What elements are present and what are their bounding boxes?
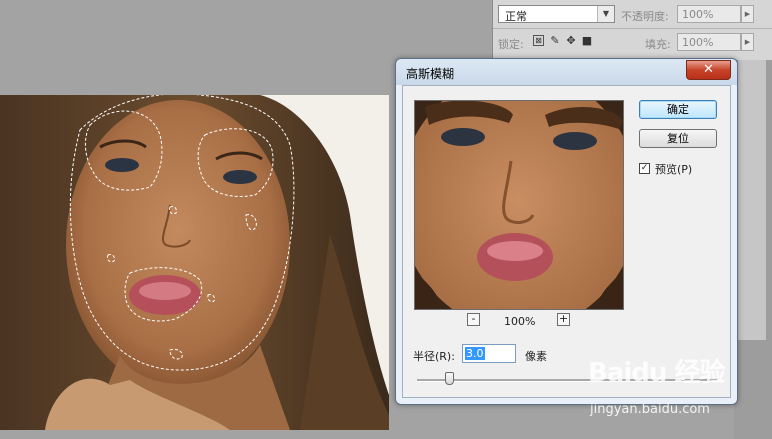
lock-all-icon[interactable]: ■ — [581, 35, 593, 47]
preview-left-eye — [441, 128, 485, 146]
lock-position-icon[interactable]: ✥ — [565, 35, 577, 47]
radius-input[interactable]: 3.0 — [462, 344, 516, 363]
right-eye — [223, 170, 257, 184]
fill-label: 填充: — [645, 38, 671, 51]
zoom-in-button[interactable]: + — [557, 313, 570, 326]
lock-transparent-pixels-icon[interactable]: ⊠ — [533, 35, 544, 46]
preview-checkbox[interactable]: ✓ — [639, 163, 650, 174]
dialog-body: - 100% + 确定 复位 ✓ 预览(P) 半径(R): 3.0 像素 — [402, 85, 731, 398]
ok-button[interactable]: 确定 — [639, 100, 717, 119]
opacity-field[interactable]: 100% ▶ — [677, 5, 754, 23]
radius-slider-thumb[interactable] — [445, 372, 454, 385]
chevron-down-icon[interactable]: ▼ — [597, 6, 614, 22]
zoom-out-button[interactable]: - — [467, 313, 480, 326]
lock-label: 锁定: — [498, 38, 524, 51]
blend-mode-select[interactable]: 正常 ▼ — [498, 5, 615, 23]
lock-image-pixels-icon[interactable]: ✎ — [549, 35, 561, 47]
opacity-arrow-icon[interactable]: ▶ — [741, 5, 754, 23]
blend-mode-value: 正常 — [505, 10, 527, 23]
opacity-value: 100% — [682, 8, 714, 21]
close-button[interactable]: ✕ — [686, 60, 731, 80]
dialog-titlebar[interactable]: 高斯模糊 ✕ — [396, 59, 737, 85]
zoom-level: 100% — [504, 315, 536, 328]
radius-value: 3.0 — [465, 347, 485, 360]
radius-label: 半径(R): — [413, 350, 455, 363]
layers-list-edge — [734, 60, 772, 439]
preview-right-eye — [553, 132, 597, 150]
preview-checkbox-label: 预览(P) — [655, 163, 693, 176]
reset-button[interactable]: 复位 — [639, 129, 717, 148]
face-region — [66, 100, 290, 390]
layers-panel: 正常 ▼ 不透明度: 100% ▶ 锁定: ⊠ ✎ ✥ ■ 填充: 100% ▶ — [492, 0, 772, 60]
canvas-image[interactable] — [0, 95, 389, 430]
left-eye — [105, 158, 139, 172]
panel-divider — [493, 28, 772, 29]
gaussian-blur-dialog: 高斯模糊 ✕ - 100% + 确定 复位 ✓ 预览(P) 半径(R): 3.0… — [395, 58, 738, 405]
opacity-label: 不透明度: — [621, 10, 669, 23]
fill-value: 100% — [682, 36, 714, 49]
dialog-title: 高斯模糊 — [406, 67, 455, 81]
radius-unit: 像素 — [525, 350, 547, 363]
blur-preview[interactable] — [414, 100, 624, 310]
fill-field[interactable]: 100% ▶ — [677, 33, 754, 51]
radius-slider-track[interactable] — [417, 379, 717, 382]
fill-arrow-icon[interactable]: ▶ — [741, 33, 754, 51]
